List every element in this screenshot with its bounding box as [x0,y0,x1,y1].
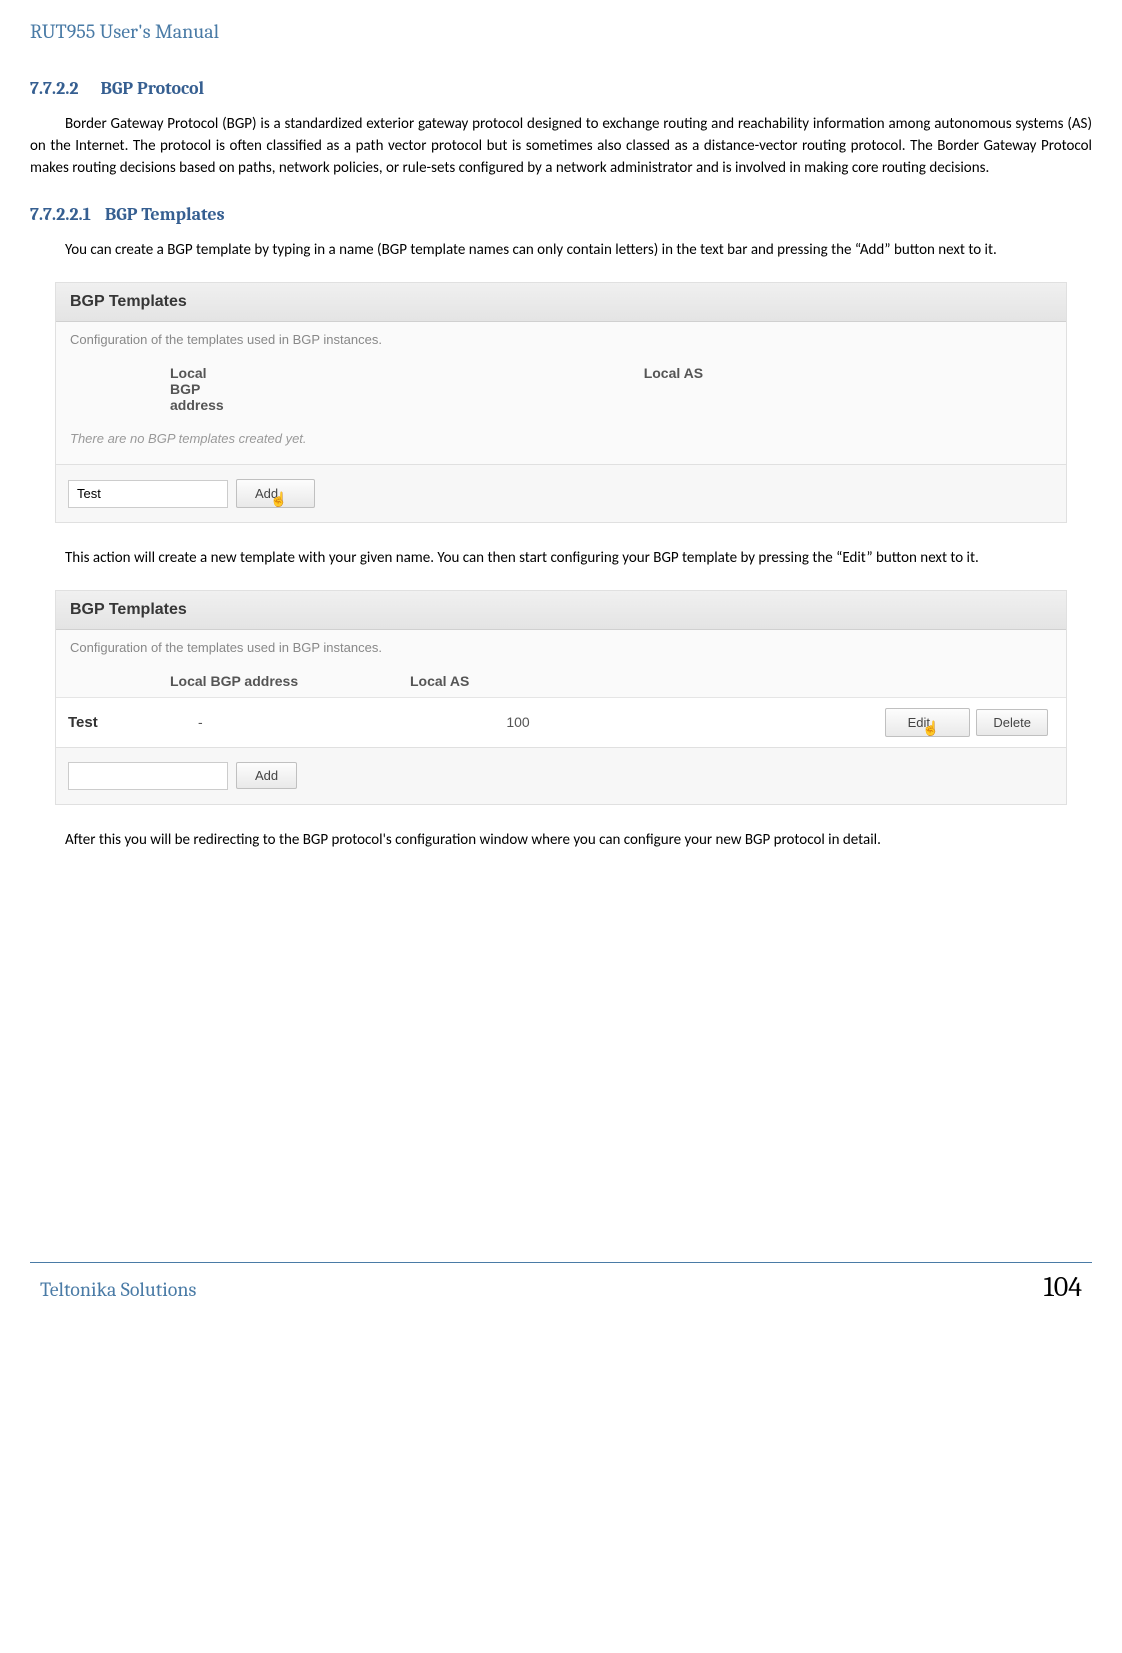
section-title: BGP Protocol [100,78,204,99]
row-name: Test [68,714,198,731]
row-local-as: 100 [428,714,608,730]
panel-description: Configuration of the templates used in B… [56,322,1066,353]
panel-title: BGP Templates [56,591,1066,630]
bgp-templates-body-1: You can create a BGP template by typing … [0,235,1122,272]
panel-column-headers: Local BGP address Local AS [56,661,1066,697]
add-button[interactable]: Add☝ [236,479,315,508]
bgp-templates-body-3: After this you will be redirecting to th… [0,825,1122,862]
delete-button[interactable]: Delete [976,709,1048,736]
panel-title: BGP Templates [56,283,1066,322]
bgp-templates-body-2: This action will create a new template w… [0,543,1122,580]
screenshot-bgp-templates-row: BGP Templates Configuration of the templ… [55,590,1067,805]
template-name-input[interactable] [68,480,228,508]
page-footer: Teltonika Solutions 104 [0,1263,1122,1303]
panel-empty-message: There are no BGP templates created yet. [56,421,1066,464]
row-local-bgp-address: - [198,714,428,730]
template-name-input[interactable] [68,762,228,790]
section-number: 7.7.2.2 [30,78,78,99]
panel-column-headers: Local BGP address Local AS [56,353,1066,421]
col-local-as: Local AS [264,365,703,413]
section-bgp-protocol-heading: 7.7.2.2 BGP Protocol [0,58,1122,109]
add-button[interactable]: Add [236,762,297,789]
add-template-row: Add☝ [56,464,1066,522]
edit-button[interactable]: Edit☝ [885,708,971,737]
footer-brand: Teltonika Solutions [40,1278,196,1301]
panel-description: Configuration of the templates used in B… [56,630,1066,661]
section-bgp-protocol-body: Border Gateway Protocol (BGP) is a stand… [0,109,1122,189]
screenshot-bgp-templates-empty: BGP Templates Configuration of the templ… [55,282,1067,523]
col-local-bgp-address: Local BGP address [70,673,370,689]
subsection-bgp-templates-heading: 7.7.2.2.1 BGP Templates [0,189,1122,235]
cursor-icon: ☝ [922,720,939,737]
doc-title: RUT955 User's Manual [30,20,219,43]
subsection-number: 7.7.2.2.1 [30,204,91,225]
page-number: 104 [1044,1271,1082,1303]
col-local-bgp-address: Local BGP address [70,365,224,413]
table-row: Test - 100 Edit☝ Delete [56,697,1066,747]
cursor-icon: ☝ [270,491,287,508]
doc-header: RUT955 User's Manual [0,20,1122,58]
col-local-as: Local AS [410,673,469,689]
add-template-row: Add [56,747,1066,804]
subsection-title: BGP Templates [105,204,225,225]
